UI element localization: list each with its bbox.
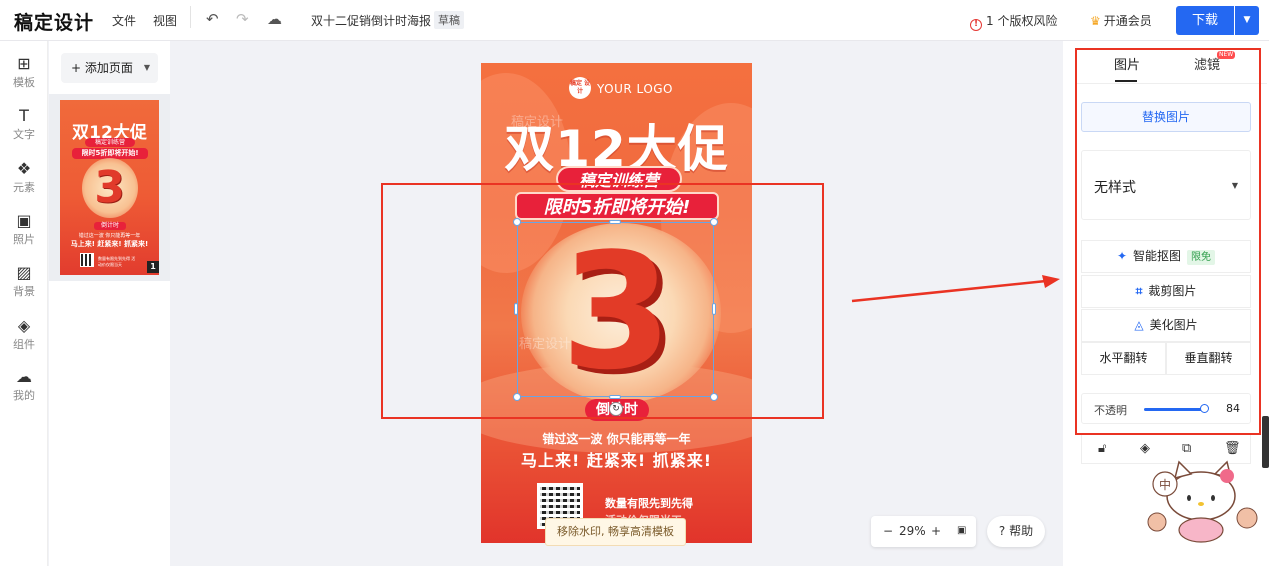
top-bar: 稿定设计 文件 视图 ↶ ↷ ☁ 双十二促销倒计时海报 草稿 ! 1 个版权风险 …: [0, 0, 1269, 41]
rail-item-elements[interactable]: ❖ 元素: [0, 160, 48, 195]
svg-text:中: 中: [1159, 477, 1171, 492]
rail-label: 组件: [13, 338, 35, 351]
thumb-sub1: 稿定训练营: [85, 138, 135, 147]
download-button[interactable]: 下载: [1176, 6, 1234, 35]
warning-icon: !: [970, 19, 982, 31]
cloud-save-icon[interactable]: ☁: [267, 10, 282, 28]
menu-view[interactable]: 视图: [153, 12, 177, 29]
poster-qr-text1[interactable]: 数量有限先到先得: [605, 495, 693, 511]
elements-icon: ❖: [16, 159, 32, 178]
rail-label: 文字: [13, 128, 35, 141]
page-number-badge: 1: [147, 261, 159, 273]
vip-label: 开通会员: [1103, 14, 1152, 28]
text-icon: T: [19, 106, 29, 125]
remove-watermark-banner[interactable]: 移除水印, 畅享高清模板: [545, 518, 686, 546]
toolbar-divider: [190, 6, 191, 28]
app-logo[interactable]: 稿定设计: [14, 8, 94, 35]
rail-label: 我的: [13, 389, 35, 402]
redo-icon[interactable]: ↷: [236, 10, 249, 28]
thumb-qr-text: 数量有限先到先得 活动价仅限当天: [98, 256, 136, 267]
thumb-line1: 错过这一波 你只能再等一年: [78, 233, 141, 239]
page-thumbnail[interactable]: 双12大促 稿定训练营 限时5折即将开始! 3 倒计时 错过这一波 你只能再等一…: [60, 100, 159, 275]
crown-icon: ♛: [1090, 14, 1101, 28]
zoom-control: − 29% + ▣: [871, 516, 976, 547]
poster-line1[interactable]: 错过这一波 你只能再等一年: [481, 430, 752, 447]
photo-icon: ▣: [16, 211, 32, 230]
rail-label: 背景: [13, 285, 35, 298]
scroll-strip[interactable]: [1262, 416, 1269, 468]
copyright-risk[interactable]: ! 1 个版权风险: [970, 12, 1057, 31]
zoom-out-button[interactable]: −: [883, 524, 893, 538]
lock-icon[interactable]: 🔓︎: [1098, 441, 1106, 456]
thumb-number: 3: [94, 162, 125, 213]
annotation-highlight-box: [381, 183, 824, 419]
trash-icon[interactable]: 🗑︎: [1224, 441, 1241, 456]
layers-icon[interactable]: ◈: [1140, 441, 1150, 456]
draft-badge: 草稿: [434, 11, 464, 29]
undo-icon[interactable]: ↶: [206, 10, 219, 28]
download-menu-chevron-icon[interactable]: ▼: [1235, 6, 1259, 35]
cat-sticker-icon: 中: [1147, 460, 1258, 543]
poster-logo-badge[interactable]: 稿定 设计: [569, 77, 591, 99]
rail-item-mine[interactable]: ☁ 我的: [0, 368, 48, 403]
rail-item-photos[interactable]: ▣ 照片: [0, 212, 48, 247]
rail-label: 照片: [13, 233, 35, 246]
menu-file[interactable]: 文件: [112, 12, 136, 29]
poster-your-logo[interactable]: YOUR LOGO: [597, 82, 673, 96]
left-rail: ⊞ 模板 T 文字 ❖ 元素 ▣ 照片 ▨ 背景 ◈ 组件 ☁ 我的: [0, 41, 48, 566]
annotation-highlight-panel: [1075, 48, 1261, 435]
add-page-button[interactable]: + 添加页面 ▼: [61, 53, 158, 83]
zoom-value[interactable]: 29%: [899, 524, 926, 538]
upload-cloud-icon: ☁: [16, 367, 32, 386]
rail-label: 元素: [13, 181, 35, 194]
pages-panel: + 添加页面 ▼ 双12大促 稿定训练营 限时5折即将开始! 3 倒计时 错过这一…: [49, 41, 170, 566]
add-page-label: + 添加页面: [71, 61, 133, 75]
annotation-arrow-icon: [851, 275, 1060, 303]
document-title[interactable]: 双十二促销倒计时海报: [311, 12, 431, 29]
thumb-count: 倒计时: [94, 222, 126, 230]
copyright-risk-label: 1 个版权风险: [986, 14, 1058, 28]
chevron-down-icon[interactable]: ▼: [144, 53, 150, 83]
page-thumbnail-wrap: 双12大促 稿定训练营 限时5折即将开始! 3 倒计时 错过这一波 你只能再等一…: [49, 94, 170, 281]
rail-item-background[interactable]: ▨ 背景: [0, 264, 48, 299]
copy-icon[interactable]: ⧉: [1182, 441, 1191, 456]
fit-screen-icon[interactable]: ▣: [957, 525, 966, 536]
component-icon: ◈: [17, 316, 31, 335]
poster-watermark: 稿定设计: [511, 115, 564, 130]
rail-item-text[interactable]: T 文字: [0, 107, 48, 142]
thumb-line2: 马上来! 赶紧来! 抓紧来!: [70, 240, 149, 248]
help-button[interactable]: ? 帮助: [987, 516, 1045, 547]
template-icon: ⊞: [17, 54, 31, 73]
rail-label: 模板: [13, 76, 35, 89]
background-icon: ▨: [16, 263, 32, 282]
poster-line2[interactable]: 马上来! 赶紧来! 抓紧来!: [481, 447, 752, 471]
thumb-qr-code: [80, 253, 94, 267]
rail-item-components[interactable]: ◈ 组件: [0, 317, 48, 352]
rail-item-templates[interactable]: ⊞ 模板: [0, 55, 48, 90]
zoom-in-button[interactable]: +: [931, 524, 941, 538]
vip-link[interactable]: ♛ 开通会员: [1090, 12, 1152, 29]
